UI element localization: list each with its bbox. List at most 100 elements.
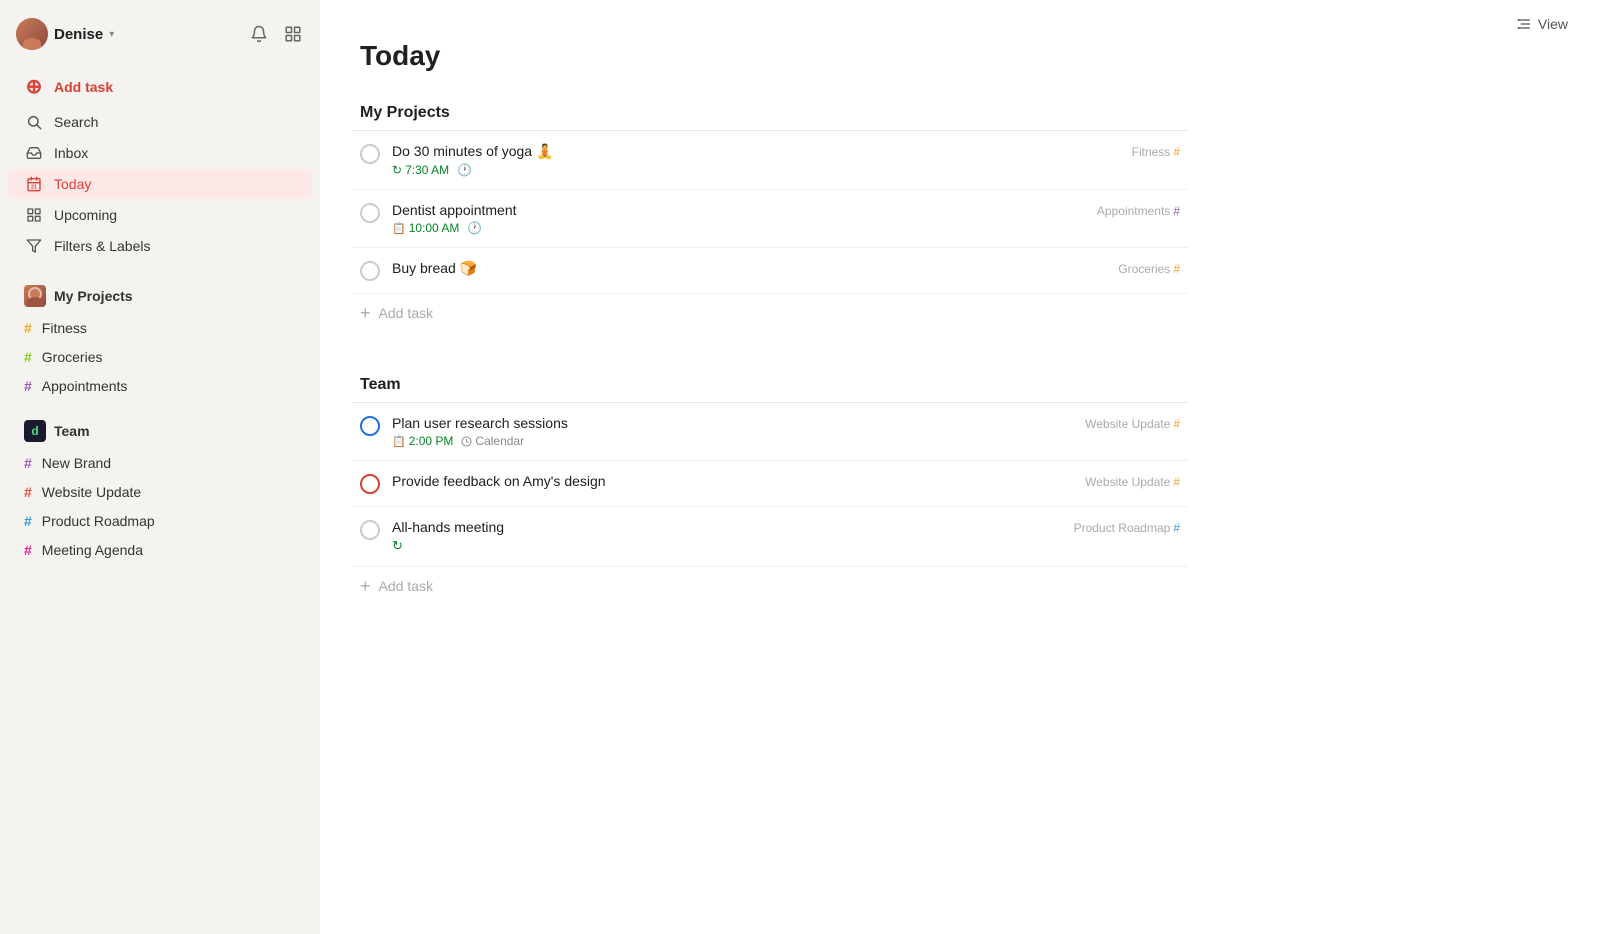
task-project: Product Roadmap # (1074, 521, 1180, 535)
task-project: Website Update # (1085, 475, 1180, 489)
task-body: All-hands meeting ↻ (392, 519, 1180, 554)
task-project: Website Update # (1085, 417, 1180, 431)
task-name: Provide feedback on Amy's design (392, 473, 1180, 489)
task-project: Fitness # (1132, 145, 1180, 159)
task-checkbox-dentist[interactable] (360, 203, 380, 223)
task-name: Dentist appointment (392, 202, 1180, 218)
my-projects-header[interactable]: My Projects (8, 279, 312, 313)
user-menu[interactable]: Denise ▾ (16, 18, 114, 50)
add-task-team[interactable]: + Add task (352, 567, 1188, 605)
inbox-icon (24, 145, 44, 161)
task-time-value: 10:00 AM (409, 221, 460, 235)
project-hash-icon: # (1173, 475, 1180, 489)
sidebar-item-groceries[interactable]: # Groceries (8, 343, 312, 371)
calendar-icon: Calendar (461, 434, 524, 448)
sidebar-today-label: Today (54, 176, 91, 192)
task-name-text: All-hands meeting (392, 519, 504, 535)
sidebar-filters-label: Filters & Labels (54, 238, 150, 254)
sidebar-item-today[interactable]: 21 Today (8, 169, 312, 199)
task-time: ↻ 7:30 AM (392, 163, 449, 177)
sidebar-item-inbox[interactable]: Inbox (8, 138, 312, 168)
sidebar-item-search[interactable]: Search (8, 107, 312, 137)
user-name: Denise (54, 26, 103, 43)
new-brand-label: New Brand (42, 455, 111, 471)
task-project-name: Fitness (1132, 145, 1171, 159)
project-hash-icon: # (1173, 204, 1180, 218)
project-hash-icon: # (1173, 521, 1180, 535)
hash-icon: # (24, 542, 32, 558)
view-button[interactable]: View (1516, 16, 1568, 32)
alarm-clock-icon: 🕐 (467, 221, 482, 235)
add-circle-icon: ⊕ (24, 74, 44, 99)
task-row[interactable]: Dentist appointment 📋 10:00 AM 🕐 Appoint… (352, 190, 1188, 248)
sidebar-item-add-task[interactable]: ⊕ Add task (8, 67, 312, 106)
fitness-label: Fitness (42, 320, 87, 336)
sidebar-item-upcoming[interactable]: Upcoming (8, 200, 312, 230)
hash-icon: # (24, 378, 32, 394)
main-nav: ⊕ Add task Search Inbox (0, 58, 320, 270)
avatar-image (16, 18, 48, 50)
hash-icon: # (24, 513, 32, 529)
sidebar-item-filters[interactable]: Filters & Labels (8, 231, 312, 261)
task-row[interactable]: Do 30 minutes of yoga 🧘 ↻ 7:30 AM 🕐 Fitn… (352, 131, 1188, 190)
sidebar-item-new-brand[interactable]: # New Brand (8, 449, 312, 477)
my-projects-section-title: My Projects (352, 96, 1188, 131)
team-avatar: d (24, 420, 46, 442)
add-task-my-projects[interactable]: + Add task (352, 294, 1188, 332)
task-body: Do 30 minutes of yoga 🧘 ↻ 7:30 AM 🕐 (392, 143, 1180, 177)
task-body: Plan user research sessions 📋 2:00 PM Ca… (392, 415, 1180, 448)
notification-bell-button[interactable] (248, 23, 270, 45)
hash-icon: # (24, 484, 32, 500)
alarm-clock-icon: 🕐 (457, 163, 472, 177)
layout-toggle-button[interactable] (282, 23, 304, 45)
add-task-label: Add task (379, 305, 433, 321)
task-meta: 📋 10:00 AM 🕐 (392, 221, 1180, 235)
task-row[interactable]: Plan user research sessions 📋 2:00 PM Ca… (352, 403, 1188, 461)
task-row[interactable]: All-hands meeting ↻ Product Roadmap # (352, 507, 1188, 567)
task-body: Dentist appointment 📋 10:00 AM 🕐 (392, 202, 1180, 235)
product-roadmap-label: Product Roadmap (42, 513, 155, 529)
task-name-text: Provide feedback on Amy's design (392, 473, 606, 489)
plus-icon: + (360, 577, 371, 595)
sidebar-item-fitness[interactable]: # Fitness (8, 314, 312, 342)
task-time: 📋 10:00 AM (392, 221, 459, 235)
team-section-title: Team (352, 368, 1188, 403)
search-icon (24, 114, 44, 130)
header-actions (248, 23, 304, 45)
task-checkbox-all-hands[interactable] (360, 520, 380, 540)
task-checkbox-yoga[interactable] (360, 144, 380, 164)
sidebar-inbox-label: Inbox (54, 145, 88, 161)
task-name: Plan user research sessions (392, 415, 1180, 431)
task-checkbox-bread[interactable] (360, 261, 380, 281)
task-project: Appointments # (1097, 204, 1180, 218)
main-page: Today My Projects Do 30 minutes of yoga … (320, 40, 1220, 673)
task-body: Provide feedback on Amy's design (392, 473, 1180, 492)
sidebar-item-product-roadmap[interactable]: # Product Roadmap (8, 507, 312, 535)
meeting-agenda-label: Meeting Agenda (42, 542, 143, 558)
task-checkbox-user-research[interactable] (360, 416, 380, 436)
task-project-name: Product Roadmap (1074, 521, 1171, 535)
sidebar-item-appointments[interactable]: # Appointments (8, 372, 312, 400)
today-calendar-icon: 21 (24, 176, 44, 192)
sidebar-item-website-update[interactable]: # Website Update (8, 478, 312, 506)
my-projects-section: My Projects Do 30 minutes of yoga 🧘 ↻ 7:… (352, 96, 1188, 332)
hash-icon: # (24, 320, 32, 336)
my-projects-label: My Projects (54, 288, 133, 304)
task-body: Buy bread 🍞 (392, 260, 1180, 280)
task-name-text: Do 30 minutes of yoga 🧘 (392, 143, 553, 159)
filter-icon (24, 238, 44, 254)
task-project-name: Appointments (1097, 204, 1170, 218)
task-checkbox-feedback[interactable] (360, 474, 380, 494)
sidebar-item-meeting-agenda[interactable]: # Meeting Agenda (8, 536, 312, 564)
task-row[interactable]: Provide feedback on Amy's design Website… (352, 461, 1188, 507)
task-row[interactable]: Buy bread 🍞 Groceries # (352, 248, 1188, 294)
hash-icon: # (24, 455, 32, 471)
task-name: Do 30 minutes of yoga 🧘 (392, 143, 1180, 160)
task-meta: ↻ 7:30 AM 🕐 (392, 163, 1180, 177)
main-header: View (320, 0, 1600, 40)
team-group: d Team # New Brand # Website Update # Pr… (0, 405, 320, 569)
team-header[interactable]: d Team (8, 414, 312, 448)
task-project-name: Website Update (1085, 475, 1170, 489)
project-hash-icon: # (1173, 417, 1180, 431)
task-project-name: Website Update (1085, 417, 1170, 431)
